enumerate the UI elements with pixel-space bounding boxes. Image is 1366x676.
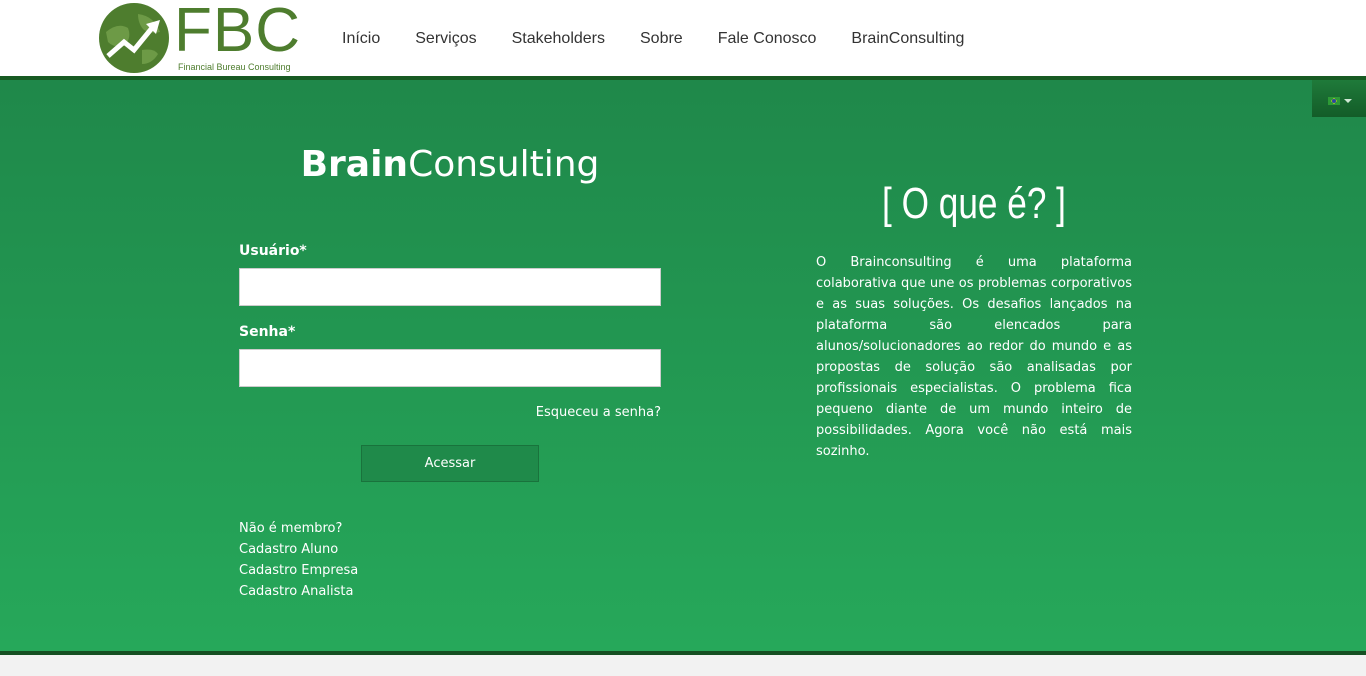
- about-text: O Brainconsulting é uma plataforma colab…: [816, 255, 1132, 459]
- register-student-link[interactable]: Cadastro Aluno: [239, 539, 358, 560]
- logo-subtitle: Financial Bureau Consulting: [178, 62, 291, 72]
- register-links: Não é membro? Cadastro Aluno Cadastro Em…: [239, 518, 358, 602]
- footer: [0, 655, 1366, 676]
- forgot-password-link[interactable]: Esqueceu a senha?: [461, 405, 661, 420]
- username-input[interactable]: [239, 268, 661, 306]
- globe-arrow-icon: [99, 3, 169, 73]
- login-title: BrainConsulting: [239, 143, 661, 187]
- title-bold: Brain: [300, 144, 409, 185]
- chevron-down-icon: [1344, 99, 1352, 103]
- main-section: [0, 80, 1366, 651]
- nav-item-stakeholders[interactable]: Stakeholders: [512, 30, 605, 48]
- nav-item-fale-conosco[interactable]: Fale Conosco: [718, 30, 817, 48]
- language-selector[interactable]: [1312, 80, 1366, 117]
- main-nav: Início Serviços Stakeholders Sobre Fale …: [342, 28, 999, 50]
- header: FBC Financial Bureau Consulting Início S…: [0, 0, 1366, 76]
- register-company-link[interactable]: Cadastro Empresa: [239, 560, 358, 581]
- logo-letters: FBC: [174, 0, 301, 65]
- fbc-logo[interactable]: FBC Financial Bureau Consulting: [98, 0, 301, 76]
- nav-item-servicos[interactable]: Serviços: [415, 30, 476, 48]
- not-member-text: Não é membro?: [239, 521, 343, 536]
- title-light: Consulting: [408, 144, 600, 185]
- nav-item-inicio[interactable]: Início: [342, 30, 380, 48]
- username-label: Usuário*: [239, 243, 307, 259]
- password-label: Senha*: [239, 324, 296, 340]
- about-title: [ O que é? ]: [882, 179, 1066, 228]
- password-input[interactable]: [239, 349, 661, 387]
- nav-item-brainconsulting[interactable]: BrainConsulting: [851, 30, 964, 48]
- brazil-flag-icon: [1328, 97, 1340, 105]
- nav-item-sobre[interactable]: Sobre: [640, 30, 683, 48]
- login-button[interactable]: Acessar: [361, 445, 539, 482]
- register-analyst-link[interactable]: Cadastro Analista: [239, 581, 358, 602]
